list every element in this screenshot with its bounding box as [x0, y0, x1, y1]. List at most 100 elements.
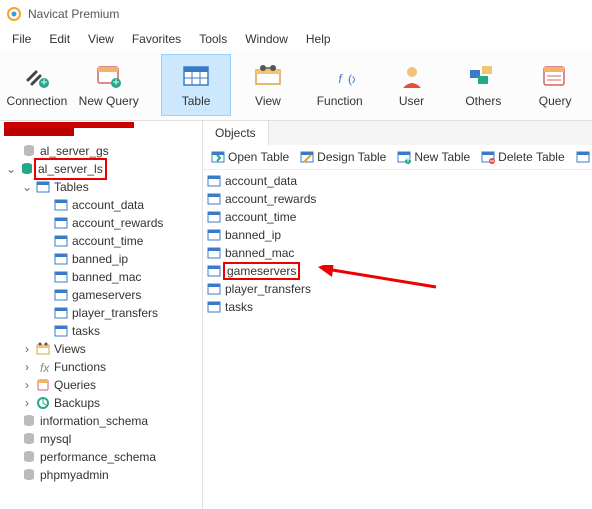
- tree-folder-backups[interactable]: ›Backups: [2, 394, 200, 412]
- tree-db-al_server_ls[interactable]: ⌄ al_server_ls: [2, 160, 200, 178]
- tool-function[interactable]: f(x) Function: [305, 54, 375, 116]
- list-item[interactable]: tasks: [207, 298, 588, 316]
- tool-label: Others: [465, 94, 501, 108]
- btn-open-table[interactable]: Open Table: [207, 148, 293, 166]
- views-folder-icon: [34, 342, 52, 356]
- list-item-label: player_transfers: [225, 282, 311, 296]
- query-icon: [539, 63, 571, 91]
- list-item-label: account_time: [225, 210, 296, 224]
- tool-newquery[interactable]: + New Query: [74, 54, 144, 116]
- tree-table-player_transfers[interactable]: player_transfers: [2, 304, 200, 322]
- menu-file[interactable]: File: [4, 30, 39, 48]
- object-pane: Objects Open Table Design Table + New Ta…: [203, 121, 592, 509]
- table-leaf-icon: [52, 216, 70, 230]
- database-icon: [20, 468, 38, 482]
- tree-folder-views[interactable]: ›Views: [2, 340, 200, 358]
- table-icon: [180, 63, 212, 91]
- tree-table-banned_ip[interactable]: banned_ip: [2, 250, 200, 268]
- tree-table-account_time[interactable]: account_time: [2, 232, 200, 250]
- btn-label: Design Table: [317, 150, 386, 164]
- menu-favorites[interactable]: Favorites: [124, 30, 189, 48]
- tree-table-gameservers[interactable]: gameservers: [2, 286, 200, 304]
- tree-table-banned_mac[interactable]: banned_mac: [2, 268, 200, 286]
- new-table-icon: +: [397, 150, 411, 164]
- tree-db-performance_schema[interactable]: performance_schema: [2, 448, 200, 466]
- svg-text:+: +: [40, 75, 47, 89]
- menu-window[interactable]: Window: [237, 30, 296, 48]
- list-item[interactable]: player_transfers: [207, 280, 588, 298]
- table-leaf-icon: [52, 198, 70, 212]
- tool-others[interactable]: Others: [448, 54, 518, 116]
- list-item[interactable]: account_time: [207, 208, 588, 226]
- main-toolbar: + Connection + New Query Table View f(x)…: [0, 50, 592, 121]
- plug-icon: +: [21, 63, 53, 91]
- more-icon: [576, 150, 590, 164]
- tool-label: Table: [182, 94, 211, 108]
- list-item[interactable]: banned_mac: [207, 244, 588, 262]
- tool-table[interactable]: Table: [161, 54, 231, 116]
- tree-table-account_rewards[interactable]: account_rewards: [2, 214, 200, 232]
- tree-folder-queries[interactable]: › Queries: [2, 376, 200, 394]
- btn-label: Open Table: [228, 150, 289, 164]
- tool-user[interactable]: User: [377, 54, 447, 116]
- tree-label: Tables: [52, 178, 89, 196]
- table-leaf-icon: [207, 264, 221, 278]
- list-item-gameservers[interactable]: gameservers: [207, 262, 588, 280]
- table-leaf-icon: [52, 252, 70, 266]
- btn-label: Delete Table: [498, 150, 565, 164]
- tree-label: banned_mac: [70, 268, 141, 286]
- tool-label: New Query: [79, 94, 139, 108]
- list-item[interactable]: account_data: [207, 172, 588, 190]
- tree-db-information_schema[interactable]: information_schema: [2, 412, 200, 430]
- btn-delete-table[interactable]: Delete Table: [477, 148, 569, 166]
- tool-view[interactable]: View: [233, 54, 303, 116]
- database-icon: [20, 450, 38, 464]
- query-new-icon: +: [93, 63, 125, 91]
- tree-label: banned_ip: [70, 250, 128, 268]
- tree-table-tasks[interactable]: tasks: [2, 322, 200, 340]
- expander-icon[interactable]: ›: [20, 358, 34, 376]
- functions-folder-icon: fx: [34, 360, 52, 374]
- queries-folder-icon: [34, 378, 52, 392]
- user-icon: [396, 63, 428, 91]
- menu-help[interactable]: Help: [298, 30, 339, 48]
- tree-label: performance_schema: [38, 448, 156, 466]
- tool-label: Query: [539, 94, 572, 108]
- table-leaf-icon: [52, 270, 70, 284]
- tree-db-mysql[interactable]: mysql: [2, 430, 200, 448]
- tree-table-account_data[interactable]: account_data: [2, 196, 200, 214]
- expander-icon[interactable]: ›: [20, 340, 34, 358]
- menu-tools[interactable]: Tools: [191, 30, 235, 48]
- menu-edit[interactable]: Edit: [41, 30, 78, 48]
- tree-folder-tables[interactable]: ⌄ Tables: [2, 178, 200, 196]
- menubar: File Edit View Favorites Tools Window He…: [0, 28, 592, 50]
- table-leaf-icon: [52, 324, 70, 338]
- list-item-label: banned_mac: [225, 246, 294, 260]
- tool-label: Connection: [7, 94, 68, 108]
- list-item-label: gameservers: [223, 262, 300, 280]
- tree-db-phpmyadmin[interactable]: phpmyadmin: [2, 466, 200, 484]
- expander-icon[interactable]: ⌄: [20, 178, 34, 196]
- expander-icon[interactable]: ›: [20, 376, 34, 394]
- list-item-label: tasks: [225, 300, 253, 314]
- tree-label: Queries: [52, 376, 96, 394]
- object-list: account_data account_rewards account_tim…: [203, 170, 592, 318]
- tab-objects[interactable]: Objects: [203, 121, 269, 146]
- connection-header-redacted: [4, 122, 198, 140]
- menu-view[interactable]: View: [80, 30, 122, 48]
- list-item[interactable]: banned_ip: [207, 226, 588, 244]
- design-table-icon: [300, 150, 314, 164]
- expander-icon[interactable]: ⌄: [4, 160, 18, 178]
- btn-design-table[interactable]: Design Table: [296, 148, 390, 166]
- btn-more[interactable]: [572, 148, 592, 166]
- table-leaf-icon: [207, 174, 221, 188]
- tool-connection[interactable]: + Connection: [2, 54, 72, 116]
- tree-folder-functions[interactable]: ›fxFunctions: [2, 358, 200, 376]
- list-item[interactable]: account_rewards: [207, 190, 588, 208]
- btn-new-table[interactable]: + New Table: [393, 148, 474, 166]
- tool-query[interactable]: Query: [520, 54, 590, 116]
- tree-label: gameservers: [70, 286, 141, 304]
- tree-label: phpmyadmin: [38, 466, 109, 484]
- table-leaf-icon: [207, 246, 221, 260]
- expander-icon[interactable]: ›: [20, 394, 34, 412]
